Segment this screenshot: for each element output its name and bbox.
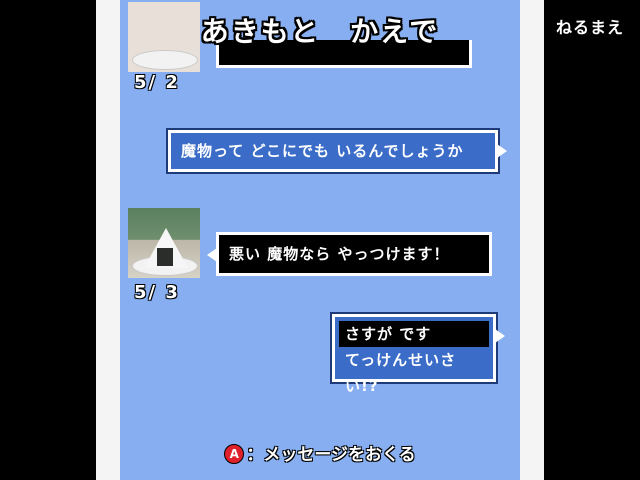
left-border: [96, 0, 120, 480]
sleep-menu-label[interactable]: ねるまえ: [556, 14, 624, 38]
bubble-tail-left: [207, 248, 217, 262]
nori-shape: [157, 248, 173, 266]
right-border: [520, 0, 544, 480]
bubble-tail-right: [497, 144, 507, 158]
send-message-label: ：メッセージをおくる: [246, 445, 416, 465]
message-date: 5/ 2: [134, 72, 180, 93]
plate-shape: [132, 50, 198, 70]
onigiri-photo-thumbnail[interactable]: [128, 2, 200, 72]
reply-choice-selected[interactable]: さすが です: [339, 321, 489, 347]
received-message-text: 悪い 魔物なら やっつけます！: [229, 245, 450, 263]
sent-message-text: 魔物って どこにでも いるんでしょうか: [181, 142, 464, 160]
message-date: 5/ 3: [134, 282, 180, 303]
reply-choice-menu: さすが です てっけんせいさい!?: [332, 314, 505, 395]
onigiri-photo-thumbnail[interactable]: [128, 208, 200, 278]
a-button-icon: A: [224, 444, 245, 464]
reply-choice[interactable]: てっけんせいさい!?: [339, 347, 489, 395]
sent-message-bubble: 魔物って どこにでも いるんでしょうか: [168, 130, 507, 172]
send-message-hint: A ：メッセージをおくる: [120, 440, 520, 465]
bubble-tail-right: [495, 329, 505, 343]
message-screen: あきもと かえで 5/ 2 魔物って どこにでも いるんでしょうか 5/ 3 悪…: [120, 0, 520, 480]
received-message-bubble: 悪い 魔物なら やっつけます！: [207, 232, 492, 276]
